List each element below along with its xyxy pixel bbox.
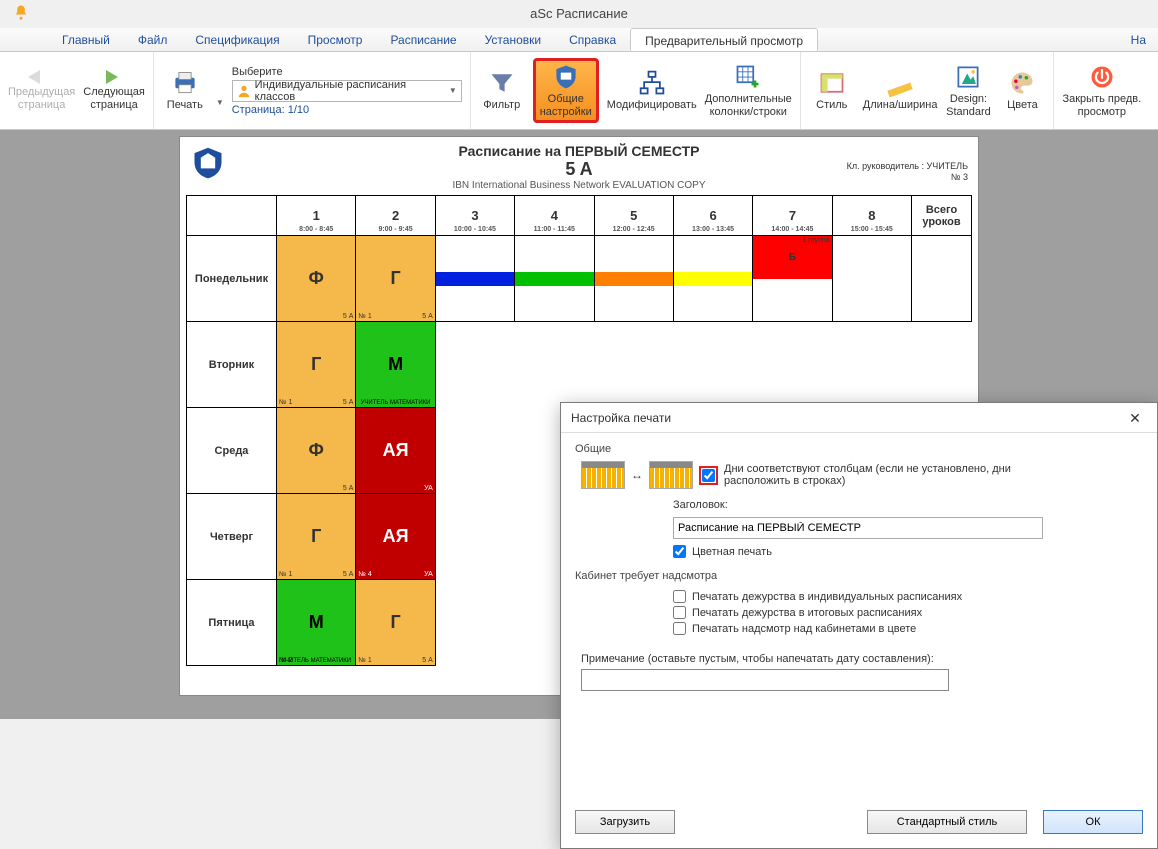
extra-cols-button[interactable]: Дополнительные колонки/строки <box>705 63 792 118</box>
prev-page-button: Предыдущая страница <box>8 70 75 111</box>
dialog-title: Настройка печати <box>571 411 671 425</box>
filter-button[interactable]: Фильтр <box>479 69 525 112</box>
lesson-cell: Г5 А№ 1 <box>356 580 435 666</box>
ribbon-tabs: Главный Файл Спецификация Просмотр Распи… <box>0 28 1158 52</box>
cb-color-supervision[interactable] <box>673 622 686 635</box>
dialog-close-button[interactable]: ✕ <box>1123 406 1147 430</box>
hierarchy-icon <box>638 69 666 97</box>
layout-preview-cols-icon <box>649 461 693 489</box>
lesson-cell: Б1 группа <box>753 236 832 322</box>
close-preview-button[interactable]: Закрыть предв. просмотр <box>1062 63 1141 118</box>
user-icon <box>237 84 251 98</box>
report-type-combo[interactable]: Индивидуальные расписания классов ▼ <box>232 80 462 102</box>
note-input[interactable] <box>581 669 949 691</box>
page-meta: Кл. руководитель : УЧИТЕЛЬ № 3 <box>847 161 968 183</box>
modify-button[interactable]: Модифицировать <box>607 69 697 112</box>
lesson-cell: Г5 А№ 1 <box>277 494 356 580</box>
size-button[interactable]: Длина/ширина <box>863 69 938 112</box>
palette-icon <box>1008 69 1036 97</box>
page-info: Страница: 1/10 <box>232 104 462 116</box>
day-header: Среда <box>187 408 277 494</box>
ribbon: Предыдущая страница Следующая страница П… <box>0 52 1158 130</box>
layout-icon <box>818 69 846 97</box>
global-settings-highlight: Общие настройки <box>533 58 599 123</box>
tab-file[interactable]: Файл <box>124 28 182 51</box>
lesson-cell <box>832 236 911 322</box>
swap-icon: ↔ <box>631 468 643 482</box>
lesson-cell: Г5 А№ 1 <box>356 236 435 322</box>
arrow-left-icon <box>28 70 56 84</box>
ok-button[interactable]: ОК <box>1043 810 1143 834</box>
funnel-icon <box>488 69 516 97</box>
tab-settings[interactable]: Установки <box>471 28 555 51</box>
day-header: Четверг <box>187 494 277 580</box>
days-as-columns-checkbox[interactable] <box>702 469 715 482</box>
layout-preview-rows-icon <box>581 461 625 489</box>
tab-spec[interactable]: Спецификация <box>181 28 293 51</box>
tab-right[interactable]: На <box>1117 28 1158 51</box>
tab-help[interactable]: Справка <box>555 28 630 51</box>
grid-plus-icon <box>734 63 762 91</box>
colors-button[interactable]: Цвета <box>999 69 1045 112</box>
lesson-cell: М№ 2УЧИТЕЛЬ МАТЕМАТИКИ <box>277 580 356 666</box>
days-columns-highlight <box>699 466 718 485</box>
tab-timetable[interactable]: Расписание <box>376 28 470 51</box>
title-bar: aSc Расписание <box>0 0 1158 28</box>
lesson-cell: АЯУА№ 4 <box>356 494 435 580</box>
color-print-label: Цветная печать <box>692 546 772 558</box>
print-button[interactable]: Печать <box>162 69 208 112</box>
lesson-cell <box>435 236 514 322</box>
days-as-columns-label: Дни соответствуют столбцам (если не уста… <box>724 463 1044 487</box>
lesson-cell: Ф5 А <box>277 408 356 494</box>
color-print-checkbox[interactable] <box>673 545 686 558</box>
printer-icon <box>171 69 199 97</box>
lesson-cell: Г5 А№ 1 <box>277 322 356 408</box>
tab-view[interactable]: Просмотр <box>294 28 377 51</box>
standard-style-button[interactable]: Стандартный стиль <box>867 810 1027 834</box>
header-label: Заголовок: <box>575 499 728 511</box>
design-button[interactable]: Design: Standard <box>945 63 991 118</box>
cb-individual[interactable] <box>673 590 686 603</box>
app-bell-icon <box>12 4 30 22</box>
lesson-cell: АЯУА <box>356 408 435 494</box>
tab-preview[interactable]: Предварительный просмотр <box>630 28 818 51</box>
global-settings-button[interactable]: Общие настройки <box>538 63 594 118</box>
lesson-cell: Ф5 А <box>277 236 356 322</box>
arrow-right-icon <box>100 70 128 84</box>
lesson-cell <box>673 236 752 322</box>
note-label: Примечание (оставьте пустым, чтобы напеч… <box>581 653 1143 665</box>
cb-summary[interactable] <box>673 606 686 619</box>
header-input[interactable] <box>673 517 1043 539</box>
load-button[interactable]: Загрузить <box>575 810 675 834</box>
day-header: Понедельник <box>187 236 277 322</box>
section-supervision: Кабинет требует надсмотра <box>575 570 1143 582</box>
day-header: Вторник <box>187 322 277 408</box>
shield-gear-icon <box>552 63 580 91</box>
choose-label: Выберите <box>232 66 462 78</box>
ruler-icon <box>886 69 914 97</box>
lesson-cell <box>594 236 673 322</box>
school-logo-icon <box>190 145 226 181</box>
print-settings-dialog: Настройка печати ✕ Общие ↔ Дни соответст… <box>560 402 1158 849</box>
day-header: Пятница <box>187 580 277 666</box>
total-header: Всего уроков <box>912 196 972 236</box>
section-general: Общие <box>575 443 1143 455</box>
chevron-down-icon: ▼ <box>449 86 457 95</box>
print-dropdown-icon[interactable]: ▼ <box>216 98 224 107</box>
design-icon <box>954 63 982 91</box>
workspace: Расписание на ПЕРВЫЙ СЕМЕСТР 5 A IBN Int… <box>0 130 1158 719</box>
app-title: aSc Расписание <box>530 6 628 21</box>
lesson-cell: МУЧИТЕЛЬ МАТЕМАТИКИ <box>356 322 435 408</box>
page-title: Расписание на ПЕРВЫЙ СЕМЕСТР <box>186 143 972 159</box>
next-page-button[interactable]: Следующая страница <box>83 70 145 111</box>
lesson-cell <box>515 236 594 322</box>
style-button[interactable]: Стиль <box>809 69 855 112</box>
tab-main[interactable]: Главный <box>48 28 124 51</box>
power-icon <box>1088 63 1116 91</box>
total-cell <box>912 236 972 322</box>
